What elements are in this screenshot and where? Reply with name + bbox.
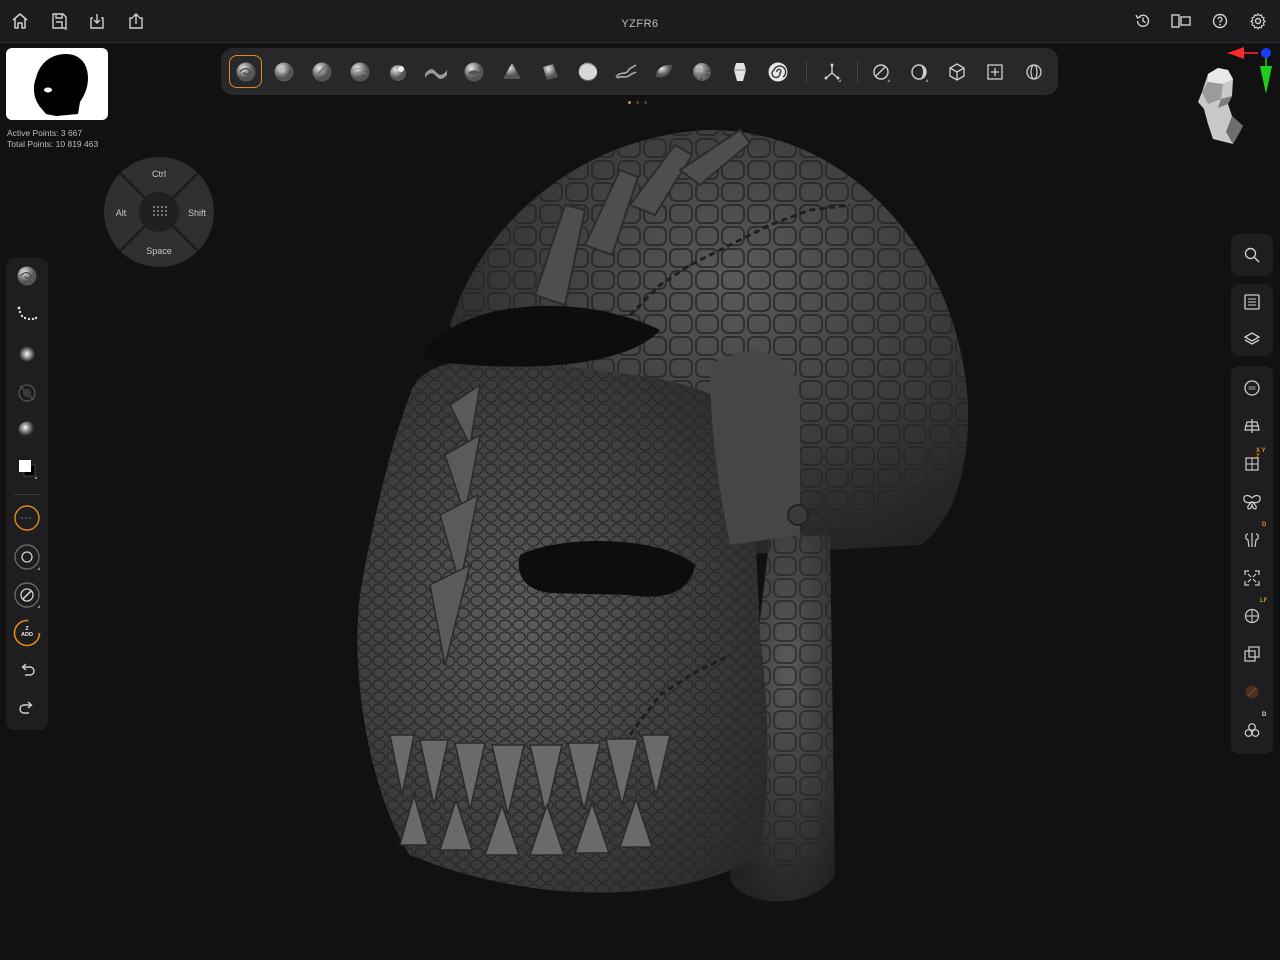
search-panel bbox=[1231, 234, 1273, 276]
clay-brush[interactable] bbox=[457, 55, 490, 88]
standard-brush[interactable] bbox=[267, 55, 300, 88]
snakehook-brush[interactable] bbox=[609, 55, 642, 88]
draw-badge: D bbox=[1262, 712, 1267, 718]
focal-shift-icon[interactable] bbox=[13, 543, 41, 571]
left-toolbar: Z ADD bbox=[6, 258, 48, 730]
current-brush-icon[interactable] bbox=[13, 262, 41, 290]
alt-key[interactable]: Alt bbox=[101, 208, 141, 218]
inflate-brush[interactable] bbox=[381, 55, 414, 88]
layout-icon[interactable] bbox=[1169, 9, 1193, 33]
mask-brush[interactable] bbox=[723, 55, 756, 88]
top-bar: YZFR6 bbox=[0, 0, 1280, 43]
lf-badge: LF bbox=[1260, 598, 1268, 604]
perspective-grid-icon[interactable] bbox=[1238, 412, 1266, 440]
material-icon[interactable] bbox=[864, 55, 897, 88]
alpha-icon[interactable] bbox=[13, 340, 41, 368]
toolbar-divider bbox=[806, 61, 807, 82]
history-icon[interactable] bbox=[1131, 9, 1155, 33]
page-dot[interactable] bbox=[644, 101, 647, 104]
redo-icon[interactable] bbox=[13, 695, 41, 723]
render-options-panel: X Y Z D LF D bbox=[1231, 366, 1273, 754]
zadd-label-add: ADD bbox=[21, 632, 33, 638]
flatten-brush[interactable] bbox=[571, 55, 604, 88]
curve-brush[interactable] bbox=[761, 55, 794, 88]
page-dot[interactable] bbox=[628, 101, 631, 104]
modifier-pad: Ctrl Alt Shift Space bbox=[103, 156, 215, 268]
brush-page-indicator bbox=[628, 101, 647, 104]
color-swatch-icon[interactable] bbox=[13, 454, 41, 482]
pinch-brush[interactable] bbox=[495, 55, 528, 88]
layers-icon[interactable] bbox=[1238, 325, 1266, 353]
dynamic-badge: D bbox=[1262, 522, 1267, 528]
dam-standard-brush[interactable] bbox=[419, 55, 452, 88]
clay-buildup-brush[interactable] bbox=[229, 55, 262, 88]
fit-frame-icon[interactable] bbox=[1238, 564, 1266, 592]
document-title: YZFR6 bbox=[621, 18, 659, 30]
move-brush[interactable] bbox=[305, 55, 338, 88]
model-thumbnail[interactable] bbox=[6, 48, 108, 120]
undo-icon[interactable] bbox=[13, 657, 41, 685]
toolbar-divider bbox=[14, 494, 40, 495]
ctrl-key[interactable]: Ctrl bbox=[139, 169, 179, 179]
transparency-icon[interactable] bbox=[1238, 640, 1266, 668]
point-count-readout: Active Points: 3 667 Total Points: 10 81… bbox=[7, 128, 98, 149]
solo-mode-icon[interactable]: D bbox=[1238, 712, 1266, 744]
floor-grid-icon[interactable]: X Y Z bbox=[1238, 448, 1266, 478]
intensity-icon[interactable] bbox=[13, 581, 41, 609]
symmetry-butterfly-icon[interactable] bbox=[1238, 488, 1266, 516]
settings-gear-icon[interactable] bbox=[1246, 9, 1270, 33]
zadd-toggle[interactable]: Z ADD bbox=[13, 619, 41, 647]
page-dot[interactable] bbox=[636, 101, 639, 104]
help-icon[interactable] bbox=[1208, 9, 1232, 33]
space-key[interactable]: Space bbox=[139, 246, 179, 256]
search-icon[interactable] bbox=[1238, 241, 1266, 269]
active-points-label: Active Points: 3 667 bbox=[7, 128, 83, 138]
dynamic-symmetry-icon[interactable]: D bbox=[1238, 522, 1266, 554]
trim-brush[interactable] bbox=[533, 55, 566, 88]
gizmo-transform-icon[interactable] bbox=[815, 55, 848, 88]
draw-size-icon[interactable] bbox=[13, 504, 41, 532]
sculpt-model-canvas[interactable] bbox=[330, 115, 980, 925]
bpr-render-icon[interactable] bbox=[1238, 374, 1266, 402]
frame-icon[interactable] bbox=[978, 55, 1011, 88]
matcap-icon[interactable] bbox=[902, 55, 935, 88]
total-points-label: Total Points: 10 819 463 bbox=[7, 138, 99, 149]
tool-menu-icon[interactable] bbox=[1238, 288, 1266, 316]
navigation-head-gizmo[interactable] bbox=[1188, 44, 1276, 154]
documents-panel bbox=[1231, 284, 1273, 356]
toolbar-divider bbox=[857, 61, 858, 82]
shift-key[interactable]: Shift bbox=[177, 208, 217, 218]
polish-brush[interactable] bbox=[647, 55, 680, 88]
local-transform-icon[interactable]: LF bbox=[1238, 598, 1267, 630]
material-sphere-icon[interactable] bbox=[13, 416, 41, 444]
dynamic-subdivision-icon[interactable] bbox=[1017, 55, 1050, 88]
texture-off-icon[interactable] bbox=[13, 379, 41, 407]
floor-axes-badge: X Y Z bbox=[1256, 448, 1266, 460]
primitive-cube-icon[interactable] bbox=[940, 55, 973, 88]
hpolish-brush[interactable] bbox=[685, 55, 718, 88]
brush-toolbar bbox=[221, 48, 1058, 95]
stroke-dots-icon[interactable] bbox=[13, 301, 41, 329]
smooth-brush[interactable] bbox=[343, 55, 376, 88]
polypaint-icon[interactable] bbox=[1238, 678, 1266, 706]
